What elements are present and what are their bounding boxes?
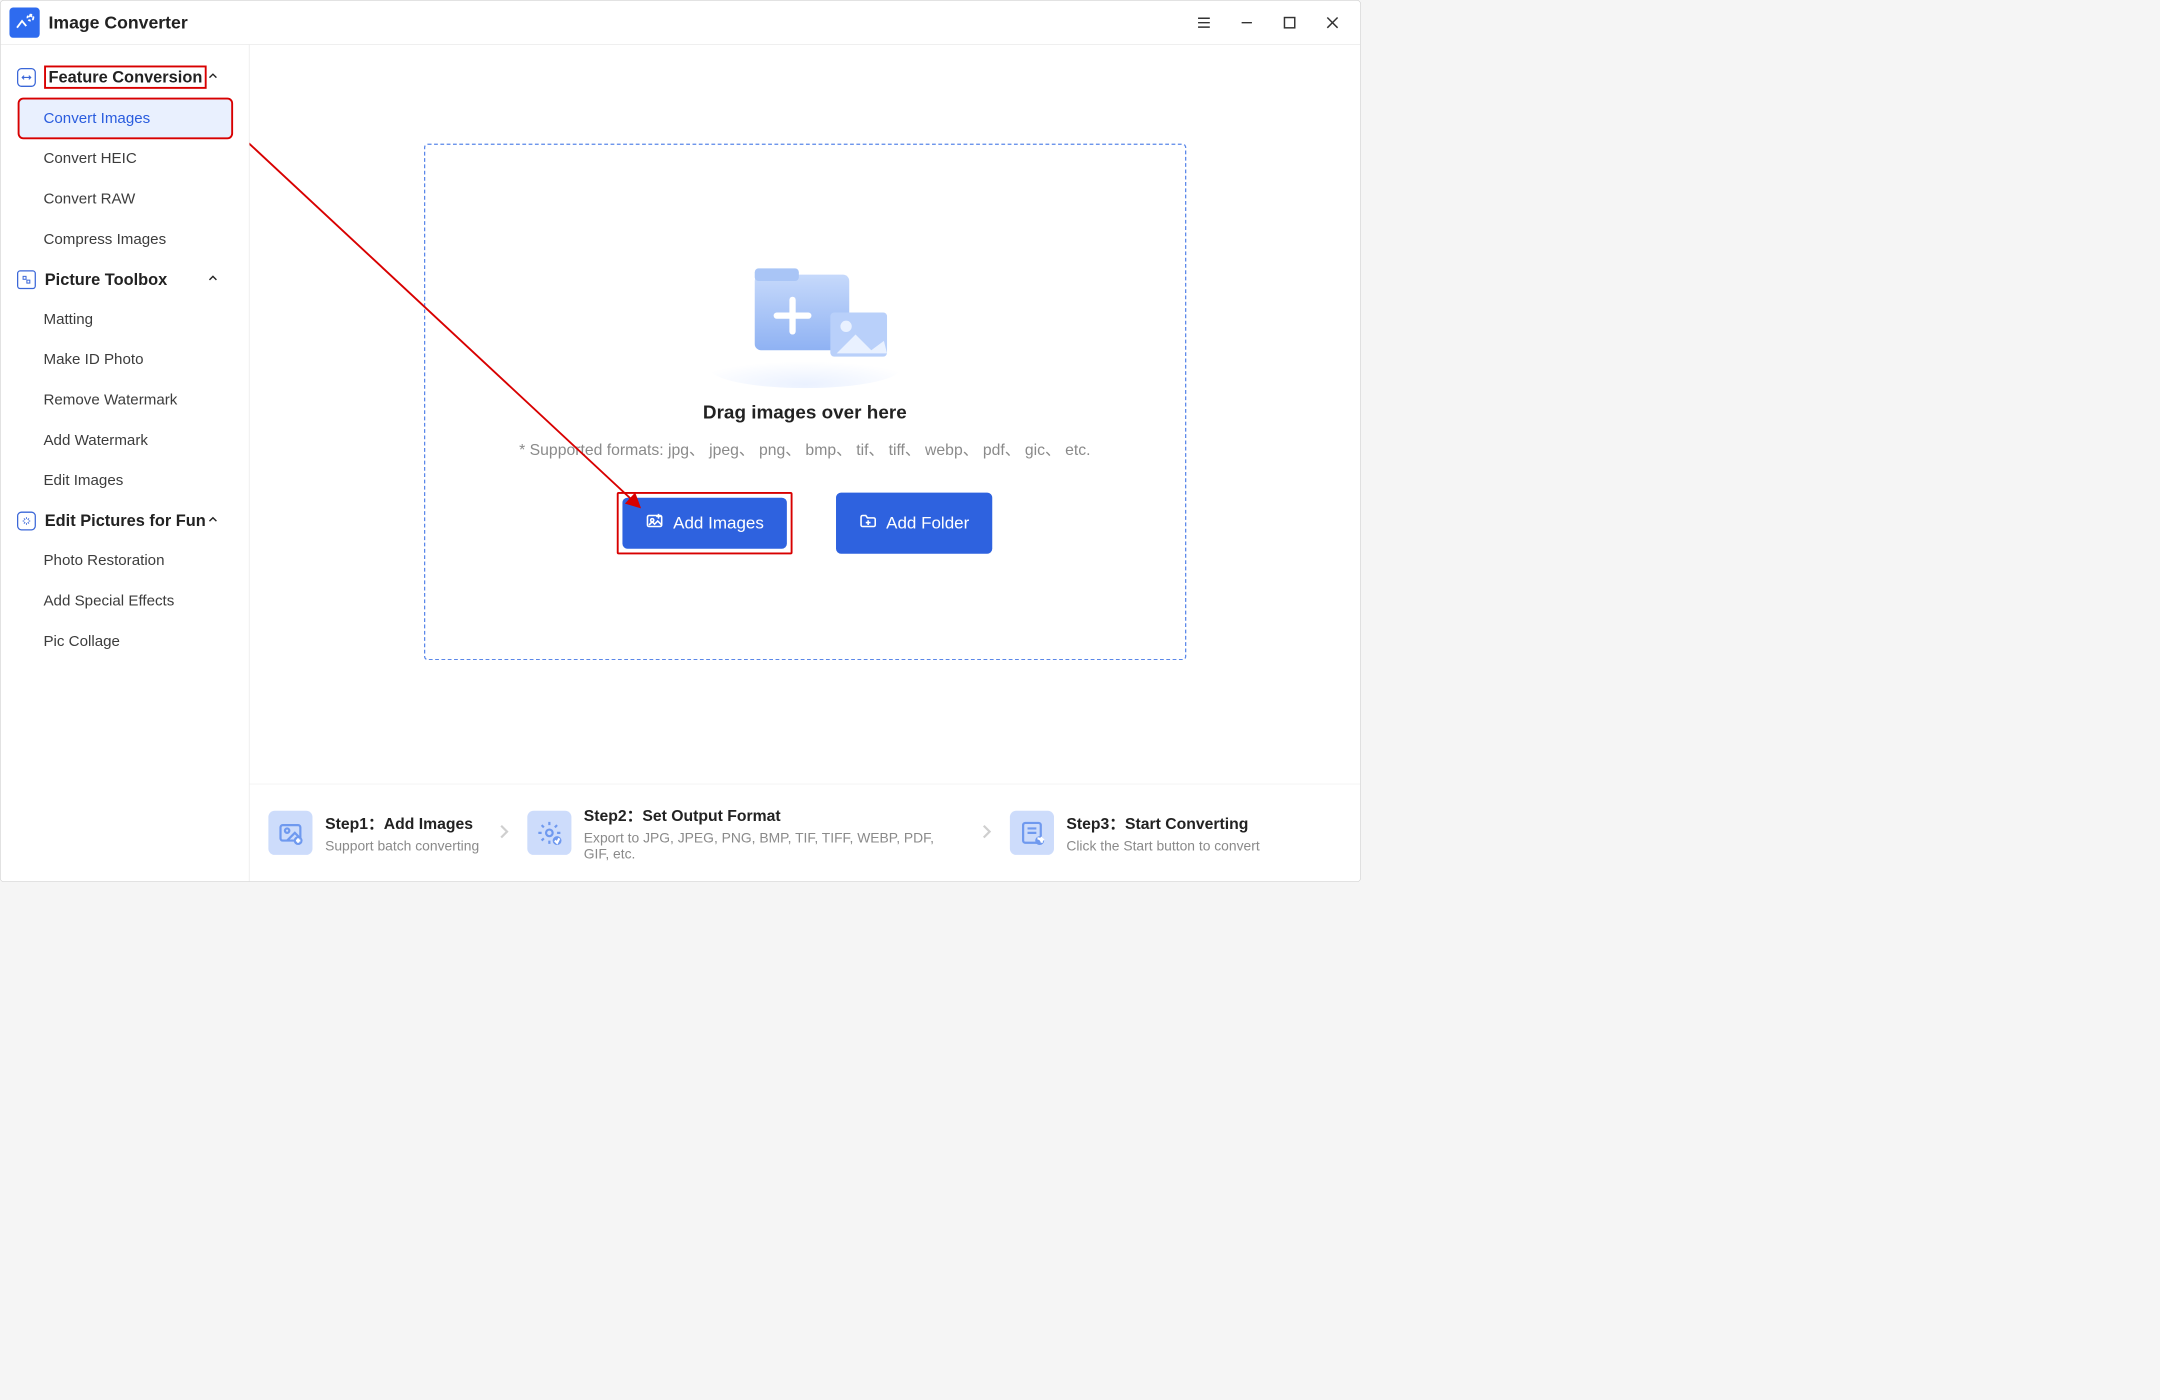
sidebar-item-convert-raw[interactable]: Convert RAW [18, 179, 232, 219]
chevron-up-icon [206, 511, 220, 531]
chevron-up-icon [206, 67, 220, 87]
sidebar-group-feature-conversion[interactable]: Feature Conversion [17, 56, 238, 98]
sidebar-item-make-id-photo[interactable]: Make ID Photo [18, 340, 232, 380]
sidebar-group-picture-toolbox[interactable]: Picture Toolbox [17, 260, 238, 300]
step3-title: Step3：Start Converting [1066, 811, 1259, 834]
step2-sub: Export to JPG, JPEG, PNG, BMP, TIF, TIFF… [584, 830, 962, 863]
chevron-up-icon [206, 270, 220, 290]
sidebar-item-photo-restoration[interactable]: Photo Restoration [18, 541, 232, 581]
add-folder-button[interactable]: Add Folder [836, 493, 992, 554]
step2-icon [527, 811, 571, 855]
sidebar-group-edit-pictures-for-fun[interactable]: Edit Pictures for Fun [17, 501, 238, 541]
sidebar-group-label: Feature Conversion [45, 66, 206, 88]
app-logo-icon [9, 7, 39, 37]
app-window: Image Converter Feature C [0, 0, 1361, 882]
sidebar-group-label: Picture Toolbox [45, 270, 168, 290]
sidebar-item-pic-collage[interactable]: Pic Collage [18, 621, 232, 661]
main-panel: Drag images over here * Supported format… [249, 45, 1360, 882]
add-images-button[interactable]: Add Images [623, 498, 787, 549]
step3-sub: Click the Start button to convert [1066, 838, 1259, 854]
step-separator-icon [485, 817, 520, 848]
sidebar-item-add-watermark[interactable]: Add Watermark [18, 420, 232, 460]
step-1: Step1：Add Images Support batch convertin… [268, 811, 479, 855]
step3-icon [1010, 811, 1054, 855]
app-title: Image Converter [49, 12, 1196, 32]
sidebar-item-remove-watermark[interactable]: Remove Watermark [18, 380, 232, 420]
sidebar-item-convert-images[interactable]: Convert Images [18, 98, 232, 138]
toolbox-icon [17, 270, 36, 289]
sidebar-item-compress-images[interactable]: Compress Images [18, 219, 232, 259]
step1-title: Step1：Add Images [325, 811, 479, 834]
sidebar-item-edit-images[interactable]: Edit Images [18, 461, 232, 501]
menu-icon[interactable] [1195, 14, 1213, 32]
folder-plus-icon [858, 512, 877, 535]
step-2: Step2：Set Output Format Export to JPG, J… [527, 803, 962, 862]
folder-image-icon [710, 249, 899, 388]
titlebar: Image Converter [1, 1, 1361, 45]
step2-title: Step2：Set Output Format [584, 803, 962, 826]
sparkle-icon [17, 511, 36, 530]
step-3: Step3：Start Converting Click the Start b… [1010, 811, 1260, 855]
image-plus-icon [645, 512, 664, 535]
add-folder-label: Add Folder [886, 513, 969, 533]
dropzone-subtitle: * Supported formats: jpg、 jpeg、 png、 bmp… [519, 437, 1090, 460]
add-images-label: Add Images [673, 513, 764, 533]
maximize-button[interactable] [1281, 14, 1299, 32]
dropzone-title: Drag images over here [703, 402, 907, 423]
sidebar-group-label: Edit Pictures for Fun [45, 511, 206, 531]
sidebar-item-matting[interactable]: Matting [18, 299, 232, 339]
sidebar-item-add-special-effects[interactable]: Add Special Effects [18, 581, 232, 621]
step-separator-icon [968, 817, 1003, 848]
step1-icon [268, 811, 312, 855]
sidebar-item-convert-heic[interactable]: Convert HEIC [18, 139, 232, 179]
dropzone[interactable]: Drag images over here * Supported format… [424, 143, 1186, 660]
step1-sub: Support batch converting [325, 838, 479, 854]
sidebar: Feature Conversion Convert Images Conver… [1, 45, 250, 882]
minimize-button[interactable] [1238, 14, 1256, 32]
close-button[interactable] [1324, 14, 1342, 32]
swap-icon [17, 68, 36, 87]
steps-footer: Step1：Add Images Support batch convertin… [249, 784, 1360, 882]
